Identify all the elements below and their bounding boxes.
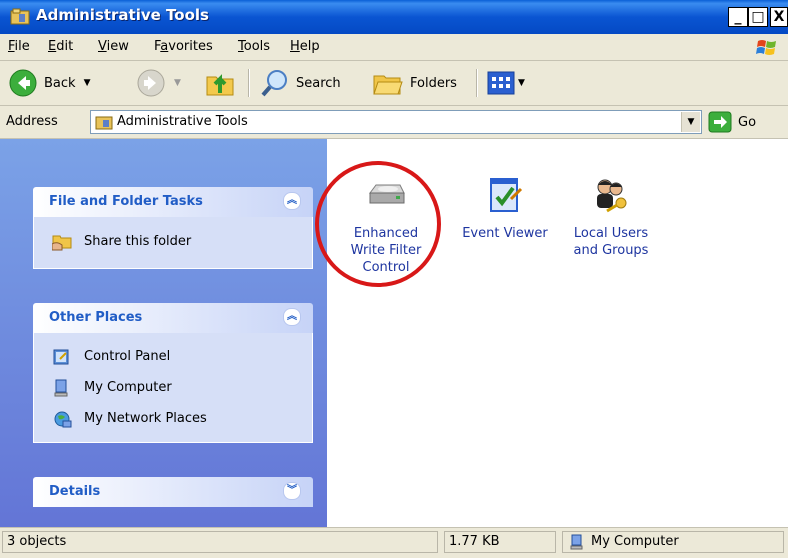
- views-icon: [487, 71, 515, 95]
- my-computer-icon: [570, 534, 583, 550]
- expand-chevron-icon[interactable]: ︾: [283, 482, 301, 500]
- back-button[interactable]: Back ▼: [8, 61, 90, 105]
- forward-arrow-icon: [137, 69, 165, 97]
- content-area: File and Folder Tasks ︽ Share this folde…: [0, 139, 788, 527]
- status-location-label: My Computer: [591, 534, 679, 549]
- address-input[interactable]: Administrative Tools ▼: [90, 110, 702, 134]
- label-line: Local Users: [573, 226, 649, 241]
- views-dropdown-icon[interactable]: ▼: [518, 78, 525, 88]
- collapse-chevron-icon[interactable]: ︽: [283, 192, 301, 210]
- menu-favorites[interactable]: Favorites: [154, 39, 213, 54]
- menu-tools[interactable]: Tools: [238, 39, 270, 54]
- panel-title: Details: [49, 484, 101, 499]
- collapse-chevron-icon[interactable]: ︽: [283, 308, 301, 326]
- control-panel-link[interactable]: Control Panel: [34, 341, 312, 372]
- local-users-groups-item[interactable]: Local Users and Groups: [561, 175, 661, 275]
- up-folder-button[interactable]: [204, 61, 236, 105]
- forward-button[interactable]: ▼: [136, 61, 181, 105]
- up-folder-icon: [206, 74, 234, 96]
- folders-button[interactable]: Folders: [372, 61, 457, 105]
- control-panel-icon: [53, 349, 69, 364]
- folders-label: Folders: [410, 75, 457, 91]
- link-label: Control Panel: [84, 349, 171, 364]
- toolbar-separator: [476, 69, 478, 97]
- event-viewer-item[interactable]: Event Viewer: [455, 175, 555, 255]
- panel-header[interactable]: Details ︾: [33, 477, 313, 507]
- label-line: Event Viewer: [462, 226, 548, 241]
- menu-file[interactable]: File: [8, 39, 30, 54]
- go-label: Go: [738, 114, 757, 130]
- highlight-circle: [315, 161, 441, 287]
- explorer-window: Administrative Tools _ □ X File Edit Vie…: [0, 0, 788, 558]
- minimize-button[interactable]: _: [728, 7, 748, 27]
- windows-logo-icon: [756, 40, 776, 55]
- menu-edit[interactable]: Edit: [48, 39, 73, 54]
- link-label: My Network Places: [84, 411, 207, 426]
- share-folder-link[interactable]: Share this folder: [34, 225, 312, 257]
- address-bar: Address Administrative Tools ▼ Go: [0, 106, 788, 139]
- toolbar: Back ▼ ▼ Search Folders ▼: [0, 61, 788, 106]
- file-folder-tasks-panel: File and Folder Tasks ︽ Share this folde…: [33, 187, 313, 269]
- users-key-icon: [597, 179, 627, 213]
- status-location: My Computer: [562, 531, 784, 553]
- my-computer-link[interactable]: My Computer: [34, 372, 312, 403]
- label-line: and Groups: [573, 243, 649, 258]
- panel-header[interactable]: File and Folder Tasks ︽: [33, 187, 313, 217]
- my-computer-icon: [54, 379, 68, 396]
- views-button[interactable]: ▼: [486, 61, 525, 105]
- maximize-button[interactable]: □: [748, 7, 768, 27]
- close-button[interactable]: X: [770, 7, 788, 27]
- menu-help[interactable]: Help: [290, 39, 320, 54]
- back-arrow-icon: [9, 69, 37, 97]
- item-label: Event Viewer: [455, 225, 555, 242]
- event-viewer-icon: [490, 178, 523, 212]
- network-places-icon: [54, 411, 72, 427]
- window-title: Administrative Tools: [36, 6, 209, 24]
- back-label: Back: [44, 75, 76, 91]
- task-pane: File and Folder Tasks ︽ Share this folde…: [0, 139, 327, 527]
- menu-view[interactable]: View: [98, 39, 129, 54]
- menu-bar: File Edit View Favorites Tools Help: [0, 34, 788, 61]
- share-folder-icon: [52, 235, 72, 251]
- status-bar: 3 objects 1.77 KB My Computer: [0, 527, 788, 558]
- link-label: My Computer: [84, 380, 172, 395]
- link-label: Share this folder: [84, 233, 192, 249]
- item-label: Local Users and Groups: [561, 225, 661, 259]
- title-bar[interactable]: Administrative Tools _ □ X: [0, 0, 788, 34]
- other-places-panel: Other Places ︽ Control Panel My Computer…: [33, 303, 313, 443]
- folders-icon: [373, 75, 403, 95]
- toolbar-separator: [248, 69, 250, 97]
- search-icon: [261, 70, 287, 97]
- address-dropdown-icon[interactable]: ▼: [681, 112, 700, 132]
- address-label: Address: [6, 114, 58, 129]
- forward-dropdown-icon[interactable]: ▼: [174, 78, 181, 88]
- panel-title: File and Folder Tasks: [49, 194, 203, 209]
- panel-header[interactable]: Other Places ︽: [33, 303, 313, 333]
- address-value: Administrative Tools: [117, 114, 248, 129]
- search-label: Search: [296, 75, 341, 91]
- admin-tools-icon: [95, 116, 113, 130]
- details-panel: Details ︾: [33, 477, 313, 507]
- status-size: 1.77 KB: [444, 531, 556, 553]
- go-arrow-icon: [708, 111, 732, 133]
- back-dropdown-icon[interactable]: ▼: [84, 78, 91, 88]
- panel-title: Other Places: [49, 310, 143, 325]
- search-button[interactable]: Search: [260, 61, 341, 105]
- my-network-places-link[interactable]: My Network Places: [34, 403, 312, 434]
- status-objects: 3 objects: [2, 531, 438, 553]
- go-button[interactable]: Go: [708, 111, 756, 133]
- admin-tools-icon: [10, 8, 30, 25]
